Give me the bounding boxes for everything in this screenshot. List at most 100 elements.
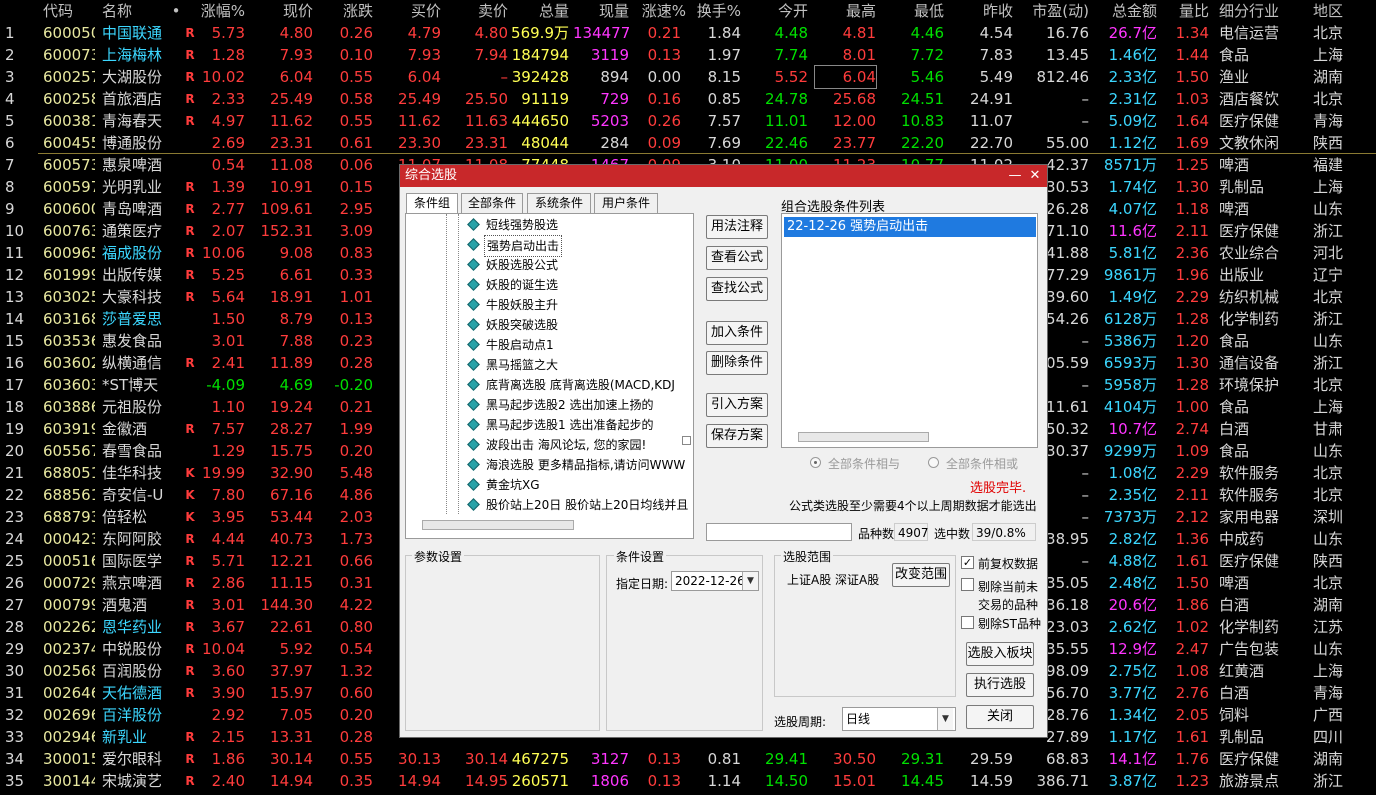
radio-and[interactable] [810,457,821,468]
column-header[interactable]: 最高 [815,0,876,22]
combo-list-item[interactable]: 22-12-26 强势启动出击 [784,217,1036,237]
table-row[interactable]: 35 300144 宋城演艺 R 2.40 14.94 0.35 14.94 14.95 2605… [0,770,1376,792]
cell-tag: R [185,70,195,84]
cell-diff: 0.13 [339,310,373,328]
tab-condition-group[interactable]: 条件组 [406,193,458,213]
column-header[interactable]: 总金额 [1093,0,1157,22]
tree-item[interactable]: 强势启动出击 [406,235,693,257]
tree-item[interactable]: 黄金坑XG [406,475,693,495]
column-header[interactable]: 量比 [1160,0,1209,22]
import-plan-button[interactable]: 引入方案 [706,393,768,417]
table-row[interactable]: 3 600257 大湖股份 R 10.02 6.04 0.55 6.04 –392428 894 0… [0,65,1376,89]
chevron-down-icon[interactable]: ▼ [937,708,953,730]
tree-item[interactable]: 妖股突破选股 [406,315,693,335]
tree-item[interactable]: 黑马起步选股2 选出加速上扬的 [406,395,693,415]
column-header[interactable]: 涨跌 [318,0,373,22]
tree-scroll-checkbox[interactable] [682,436,691,445]
column-header[interactable]: 昨收 [950,0,1013,22]
cell-tag: R [185,202,195,216]
cell-diff: 4.22 [339,596,373,614]
column-header[interactable]: 换手% [686,0,741,22]
tree-item[interactable]: 黑马摇篮之大 [406,355,693,375]
column-header[interactable]: 现价 [250,0,313,22]
cell-high: 23.77 [833,134,876,152]
tab-user-conditions[interactable]: 用户条件 [594,193,658,213]
tree-item[interactable]: 妖股选股公式 [406,255,693,275]
minimize-icon[interactable]: — [1006,167,1024,185]
change-range-button[interactable]: 改变范围 [892,563,950,587]
dialog-title-bar[interactable]: 综合选股 [400,165,1047,187]
tree-horizontal-scrollbar[interactable] [422,520,574,530]
save-plan-button[interactable]: 保存方案 [706,424,768,448]
tab-system-conditions[interactable]: 系统条件 [527,193,591,213]
table-row[interactable]: 5 600381 青海春天 R 4.97 11.62 0.55 11.62 11.63 44465… [0,110,1376,132]
column-header[interactable]: 涨速% [628,0,686,22]
column-header[interactable]: 今开 [750,0,808,22]
column-header[interactable]: 卖价 [446,0,508,22]
radio-or[interactable] [928,457,939,468]
tree-item[interactable]: 股价站上20日 股价站上20日均线并且 [406,495,693,515]
tree-item[interactable]: 底背离选股 底背离选股(MACD,KDJ [406,375,693,395]
cell-high: 25.68 [833,90,876,108]
cell-n: 35 [5,772,25,790]
tree-item[interactable]: 妖股的诞生选 [406,275,693,295]
column-header[interactable]: • [170,0,182,22]
cell-name: 奇安信-U [102,486,164,504]
column-header[interactable]: 细分行业 [1219,0,1309,22]
cell-spd: 0.21 [647,24,681,42]
cell-amt: 1.46亿 [1108,46,1157,64]
close-button[interactable]: 关闭 [966,705,1034,729]
parameter-group [405,555,600,731]
condition-tree[interactable]: 短线强势股选 强势启动出击 妖股选股公式 妖股的诞生选 牛股妖股主升 妖股突破选股 牛股启动… [405,213,694,539]
close-icon[interactable]: ✕ [1026,167,1044,185]
tab-label: 用户条件 [601,196,650,210]
cell-ind: 乳制品 [1219,178,1265,196]
tree-item[interactable]: 牛股启动点1 [406,335,693,355]
tree-item[interactable]: 黑马起步选股1 选出准备起步的 [406,415,693,435]
column-header[interactable]: 最低 [880,0,944,22]
execute-screen-button[interactable]: 执行选股 [966,673,1034,697]
tree-item[interactable]: 海浪选股 更多精品指标,请访问WWW [406,455,693,475]
cell-code: 002374 [43,640,95,658]
table-row[interactable]: 6 600455 博通股份 2.69 23.31 0.61 23.30 23.31 48044 2… [0,132,1376,154]
add-to-block-button[interactable]: 选股入板块 [966,642,1034,666]
table-row[interactable]: 1 600050 中国联通 R 5.73 4.80 0.26 4.79 4.80 569.9万 13… [0,22,1376,44]
column-header[interactable]: 名称 [102,0,168,22]
cell-reg: 广西 [1313,706,1344,724]
cell-n: 8 [5,178,15,196]
period-select[interactable]: 日线 ▼ [842,707,956,731]
table-row[interactable]: 34 300015 爱尔眼科 R 1.86 30.14 0.55 30.13 30.14 4672… [0,748,1376,770]
list-horizontal-scrollbar[interactable] [798,432,929,442]
column-header[interactable]: 地区 [1313,0,1373,22]
view-formula-button[interactable]: 查看公式 [706,246,768,270]
column-header[interactable]: 涨幅% [199,0,245,22]
chevron-down-icon[interactable]: ▼ [742,572,758,590]
cell-vr: 2.74 [1175,420,1209,438]
cell-tag: R [185,664,195,678]
untraded-checkbox[interactable] [961,578,974,591]
column-header[interactable]: 现量 [573,0,629,22]
column-header[interactable]: 总量 [505,0,569,22]
delete-condition-button[interactable]: 删除条件 [706,351,768,375]
column-header[interactable]: 买价 [380,0,441,22]
add-condition-button[interactable]: 加入条件 [706,321,768,345]
tree-item[interactable]: 牛股妖股主升 [406,295,693,315]
column-header[interactable] [5,0,35,22]
range-group-label: 选股范围 [781,548,834,565]
tree-item[interactable]: 波段出击 海风论坛, 您的家园! [406,435,693,455]
cell-chg: 2.69 [211,134,245,152]
rights-checkbox[interactable]: ✓ [961,556,974,569]
tab-all-conditions[interactable]: 全部条件 [461,193,523,213]
cell-vr: 1.34 [1175,24,1209,42]
column-header[interactable]: 市盈(动) [1018,0,1089,22]
exclude-st-checkbox[interactable] [961,616,974,629]
combo-condition-list[interactable]: 22-12-26 强势启动出击 [781,213,1038,448]
column-header[interactable]: 代码 [43,0,95,22]
find-formula-button[interactable]: 查找公式 [706,277,768,301]
cell-amt: 1.74亿 [1108,178,1157,196]
tree-item[interactable]: 短线强势股选 [406,215,693,235]
table-row[interactable]: 2 600073 上海梅林 R 1.28 7.93 0.10 7.93 7.94 184794 31… [0,44,1376,66]
date-picker[interactable]: 2022-12-26 ▼ [671,571,759,591]
usage-notes-button[interactable]: 用法注释 [706,215,768,239]
table-row[interactable]: 4 600258 首旅酒店 R 2.33 25.49 0.58 25.49 25.50 91119… [0,88,1376,110]
